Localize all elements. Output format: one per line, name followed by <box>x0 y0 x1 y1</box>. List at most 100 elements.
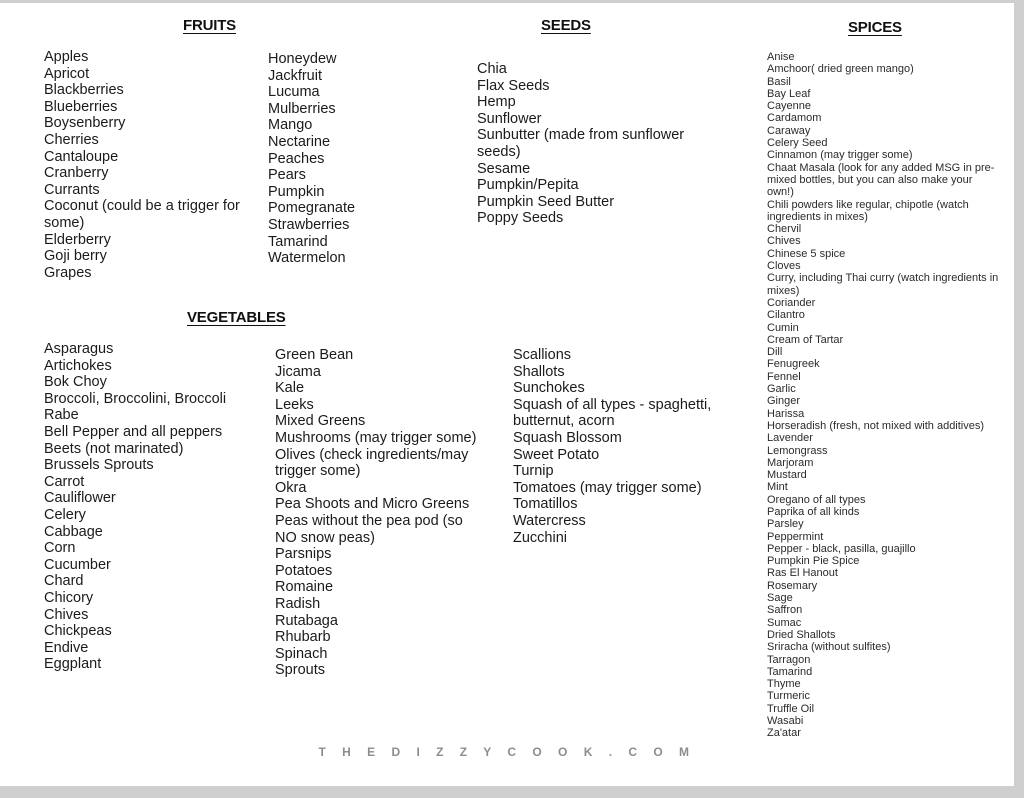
list-item: Endive <box>44 639 89 656</box>
list-item: Peaches <box>268 150 325 167</box>
list-item: Amchoor( dried green mango) <box>767 63 914 76</box>
list-item: Beets (not marinated) <box>44 440 184 457</box>
list-item: Green Bean <box>275 347 354 363</box>
list-item: Scallions <box>513 347 572 363</box>
list-item: Harissa <box>767 407 805 420</box>
list-item: Watermelon <box>268 250 346 267</box>
list-item: Cardamom <box>767 112 822 125</box>
list-item: Cucumber <box>44 556 111 573</box>
list-item: Pumpkin Seed Butter <box>477 193 615 210</box>
vegetables-list-column-1: Asparagus Artichokes Bok Choy Broccoli, Bro… <box>44 341 262 673</box>
list-item: Turnip <box>513 463 554 480</box>
list-item: Elderberry <box>44 231 111 248</box>
list-item: Sunflower <box>477 110 542 127</box>
list-item: Currants <box>44 181 100 198</box>
list-item: Asparagus <box>44 341 114 357</box>
list-item: Truffle Oil <box>767 702 815 715</box>
section-heading-seeds: SEEDS <box>541 17 591 34</box>
list-item: Sriracha (without sulfites) <box>767 641 891 654</box>
list-item: Blueberries <box>44 98 118 115</box>
list-item: Artichokes <box>44 357 112 374</box>
list-item: Cantaloupe <box>44 148 119 165</box>
list-item: Eggplant <box>44 656 102 673</box>
list-item: Boysenberry <box>44 115 126 132</box>
list-item: Carrot <box>44 473 85 490</box>
list-item: Sunbutter (made from sunflower seeds) <box>477 127 685 160</box>
list-item: Pea Shoots and Micro Greens <box>275 496 470 513</box>
section-heading-spices: SPICES <box>848 19 902 36</box>
list-item: Pepper - black, pasilla, guajillo <box>767 542 916 555</box>
list-item: Cloves <box>767 260 801 273</box>
list-item: Sprouts <box>275 662 325 679</box>
list-item: Sesame <box>477 160 531 177</box>
list-item: Chives <box>44 606 89 623</box>
list-item: Pears <box>268 167 306 184</box>
list-item: Nectarine <box>268 133 331 150</box>
list-item: Pumpkin <box>268 183 325 200</box>
list-item: Squash of all types - spaghetti, buttern… <box>513 396 712 430</box>
list-item: Chard <box>44 573 84 590</box>
list-item: Parsnips <box>275 546 332 563</box>
list-item: Jicama <box>275 363 321 380</box>
list-item: Basil <box>767 75 791 88</box>
list-item: Mint <box>767 481 788 494</box>
fruits-list-column-2: Honeydew Jackfruit Lucuma Mulberries Mango Ne… <box>268 51 468 267</box>
list-item: Apples <box>44 49 89 65</box>
list-item: Bay Leaf <box>767 87 811 100</box>
list-item: Kale <box>275 380 305 397</box>
list-item: Cranberry <box>44 165 109 182</box>
list-item: Marjoram <box>767 456 814 469</box>
list-item: Tomatillos <box>513 496 578 513</box>
list-item: Sunchokes <box>513 380 585 397</box>
list-item: Chicory <box>44 589 94 606</box>
list-item: Cilantro <box>767 309 805 322</box>
list-item: Potatoes <box>275 562 333 579</box>
list-item: Rutabaga <box>275 612 338 629</box>
list-item: Poppy Seeds <box>477 210 564 227</box>
list-item: Sumac <box>767 616 802 629</box>
list-item: Honeydew <box>268 51 337 67</box>
list-item: Curry, including Thai curry (watch ingre… <box>767 272 999 297</box>
list-item: Celery <box>44 506 86 523</box>
list-item: Olives (check ingredients/may trigger so… <box>275 446 469 480</box>
list-item: Dried Shallots <box>767 628 836 641</box>
list-item: Cayenne <box>767 100 812 113</box>
list-item: Dill <box>767 346 783 359</box>
site-watermark: T H E D I Z Z Y C O O K . C O M <box>318 745 696 759</box>
list-item: Grapes <box>44 264 92 281</box>
list-item: Thyme <box>767 678 801 691</box>
list-item: Hemp <box>477 94 516 111</box>
section-heading-fruits: FRUITS <box>183 17 236 34</box>
list-item: Cabbage <box>44 523 103 540</box>
list-item: Peppermint <box>767 530 824 543</box>
list-item: Pumpkin/Pepita <box>477 177 579 194</box>
list-item: Goji berry <box>44 248 107 265</box>
list-item: Tamarind <box>268 233 328 250</box>
food-list-document: FRUITS Apples Apricot Blackberries Blueberr… <box>0 3 1014 786</box>
list-item: Romaine <box>275 579 334 596</box>
list-item: Sweet Potato <box>513 446 600 463</box>
list-item: Cumin <box>767 321 799 334</box>
list-item: Chickpeas <box>44 623 112 640</box>
list-item: Chervil <box>767 223 802 236</box>
list-item: Anise <box>767 51 795 63</box>
list-item: Saffron <box>767 604 803 617</box>
list-item: Cream of Tartar <box>767 333 844 346</box>
list-item: Fenugreek <box>767 358 820 371</box>
list-item: Paprika of all kinds <box>767 505 860 518</box>
list-item: Coconut (could be a trigger for some) <box>44 198 240 231</box>
list-item: Mango <box>268 117 313 134</box>
list-item: Watercress <box>513 512 586 529</box>
list-item: Chia <box>477 61 507 77</box>
list-item: Leeks <box>275 396 314 413</box>
list-item: Oregano of all types <box>767 493 866 506</box>
list-item: Chili powders like regular, chipotle (wa… <box>767 198 969 223</box>
list-item: Mixed Greens <box>275 413 366 430</box>
document-sheet: FRUITS Apples Apricot Blackberries Blueberr… <box>0 3 1014 786</box>
list-item: Squash Blossom <box>513 429 622 446</box>
list-item: Coriander <box>767 296 816 309</box>
list-item: Apricot <box>44 65 90 82</box>
seeds-list-column-1: Chia Flax Seeds Hemp Sunflower Sunbutter (ma… <box>477 61 705 227</box>
list-item: Lavender <box>767 432 813 445</box>
list-item: Fennel <box>767 370 801 383</box>
